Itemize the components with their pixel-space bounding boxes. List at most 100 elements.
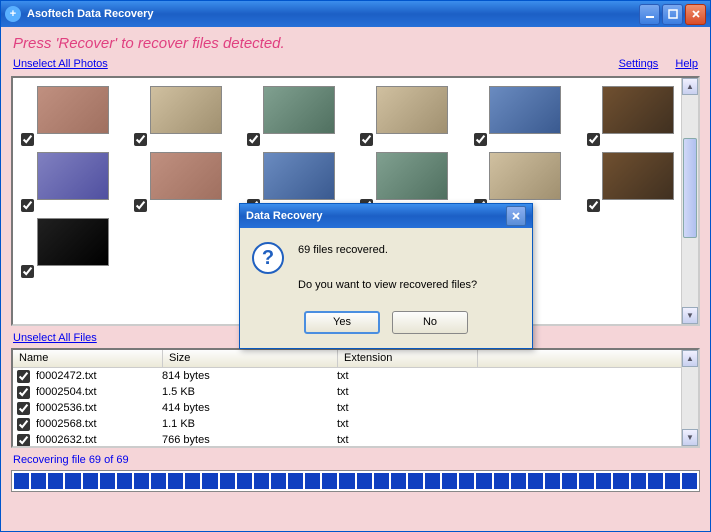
file-size: 1.5 KB — [162, 386, 337, 398]
file-list-header: Name Size Extension — [13, 350, 698, 368]
dialog-titlebar: Data Recovery — [240, 204, 532, 228]
settings-link[interactable]: Settings — [619, 58, 659, 70]
photo-item[interactable] — [245, 86, 352, 142]
close-icon — [511, 211, 521, 221]
photo-checkbox[interactable] — [474, 133, 487, 146]
file-checkbox[interactable] — [17, 370, 30, 383]
photo-item[interactable] — [358, 86, 465, 142]
file-ext: txt — [337, 402, 477, 414]
photo-checkbox[interactable] — [21, 265, 34, 278]
dialog-line2: Do you want to view recovered files? — [298, 277, 477, 295]
file-name: f0002504.txt — [34, 386, 162, 398]
maximize-button[interactable] — [662, 4, 683, 25]
photo-checkbox[interactable] — [21, 133, 34, 146]
titlebar: + Asoftech Data Recovery — [1, 1, 710, 27]
main-window: + Asoftech Data Recovery Press 'Recover'… — [0, 0, 711, 532]
file-checkbox[interactable] — [17, 418, 30, 431]
window-buttons — [639, 4, 706, 25]
dialog-body: ? 69 files recovered. Do you want to vie… — [240, 228, 532, 305]
scroll-up-icon[interactable]: ▲ — [682, 350, 698, 367]
dialog-title: Data Recovery — [246, 210, 506, 222]
photo-item[interactable] — [132, 86, 239, 142]
photo-item[interactable] — [472, 86, 579, 142]
help-link[interactable]: Help — [675, 58, 698, 70]
photo-thumbnail — [37, 218, 109, 266]
yes-button[interactable]: Yes — [304, 311, 380, 334]
photo-thumbnail — [37, 86, 109, 134]
file-ext: txt — [337, 418, 477, 430]
unselect-all-files-link[interactable]: Unselect All Files — [1, 326, 109, 348]
toolbar-links: Unselect All Photos Settings Help — [1, 56, 710, 76]
file-name: f0002632.txt — [34, 434, 162, 446]
close-icon — [691, 9, 701, 19]
file-size: 414 bytes — [162, 402, 337, 414]
photo-checkbox[interactable] — [247, 133, 260, 146]
scroll-down-icon[interactable]: ▼ — [682, 307, 698, 324]
close-button[interactable] — [685, 4, 706, 25]
table-row[interactable]: f0002536.txt414 bytestxt — [13, 400, 698, 416]
photo-thumbnail — [376, 86, 448, 134]
photo-item[interactable] — [245, 152, 352, 208]
photo-thumbnail — [263, 86, 335, 134]
photo-thumbnail — [37, 152, 109, 200]
photo-item[interactable] — [585, 86, 692, 142]
photo-scrollbar[interactable]: ▲ ▼ — [681, 78, 698, 324]
minimize-icon — [645, 9, 655, 19]
no-button[interactable]: No — [392, 311, 468, 334]
photo-item[interactable] — [585, 152, 692, 208]
photo-item[interactable] — [19, 218, 126, 274]
photo-thumbnail — [489, 86, 561, 134]
col-header-empty — [478, 350, 698, 367]
file-name: f0002536.txt — [34, 402, 162, 414]
file-size: 766 bytes — [162, 434, 337, 446]
file-ext: txt — [337, 370, 477, 382]
photo-item[interactable] — [19, 152, 126, 208]
table-row[interactable]: f0002632.txt766 bytestxt — [13, 432, 698, 448]
photo-thumbnail — [150, 152, 222, 200]
photo-checkbox[interactable] — [134, 133, 147, 146]
photo-item[interactable] — [19, 86, 126, 142]
dialog-buttons: Yes No — [240, 305, 532, 348]
photo-item[interactable] — [132, 152, 239, 208]
app-icon: + — [5, 6, 21, 22]
file-checkbox[interactable] — [17, 386, 30, 399]
maximize-icon — [668, 9, 678, 19]
dialog-line1: 69 files recovered. — [298, 242, 477, 260]
file-name: f0002568.txt — [34, 418, 162, 430]
scroll-up-icon[interactable]: ▲ — [682, 78, 698, 95]
photo-thumbnail — [489, 152, 561, 200]
photo-checkbox[interactable] — [134, 199, 147, 212]
table-row[interactable]: f0002568.txt1.1 KBtxt — [13, 416, 698, 432]
minimize-button[interactable] — [639, 4, 660, 25]
scroll-down-icon[interactable]: ▼ — [682, 429, 698, 446]
file-ext: txt — [337, 434, 477, 446]
file-rows: f0002472.txt814 bytestxt f0002504.txt1.5… — [13, 368, 698, 448]
recovery-dialog: Data Recovery ? 69 files recovered. Do y… — [239, 203, 533, 349]
table-row[interactable]: f0002504.txt1.5 KBtxt — [13, 384, 698, 400]
file-checkbox[interactable] — [17, 434, 30, 447]
file-size: 1.1 KB — [162, 418, 337, 430]
scroll-thumb[interactable] — [683, 138, 697, 238]
photo-checkbox[interactable] — [360, 133, 373, 146]
photo-checkbox[interactable] — [587, 133, 600, 146]
progress-bar — [11, 470, 700, 492]
col-header-name[interactable]: Name — [13, 350, 163, 367]
dialog-message: 69 files recovered. Do you want to view … — [298, 242, 477, 295]
col-header-extension[interactable]: Extension — [338, 350, 478, 367]
photo-item[interactable] — [358, 152, 465, 208]
window-title: Asoftech Data Recovery — [27, 8, 639, 20]
dialog-close-button[interactable] — [506, 206, 526, 226]
unselect-all-photos-link[interactable]: Unselect All Photos — [13, 58, 108, 70]
instruction-text: Press 'Recover' to recover files detecte… — [1, 27, 710, 56]
question-icon: ? — [252, 242, 284, 274]
photo-thumbnail — [376, 152, 448, 200]
photo-checkbox[interactable] — [587, 199, 600, 212]
file-scrollbar[interactable]: ▲ ▼ — [681, 350, 698, 446]
file-checkbox[interactable] — [17, 402, 30, 415]
table-row[interactable]: f0002472.txt814 bytestxt — [13, 368, 698, 384]
col-header-size[interactable]: Size — [163, 350, 338, 367]
file-name: f0002472.txt — [34, 370, 162, 382]
photo-item[interactable] — [472, 152, 579, 208]
photo-thumbnail — [263, 152, 335, 200]
photo-checkbox[interactable] — [21, 199, 34, 212]
